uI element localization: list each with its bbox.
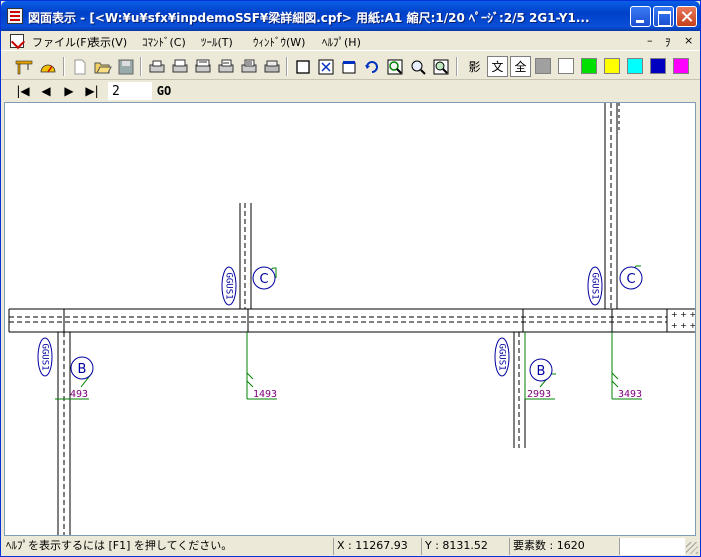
dimension-label: 2993	[527, 389, 551, 400]
zoom-area-icon[interactable]	[384, 56, 405, 77]
open-folder-icon[interactable]	[92, 56, 113, 77]
resize-grip-icon[interactable]	[686, 542, 698, 554]
zoom-in-icon[interactable]	[407, 56, 428, 77]
window-zoom-icon[interactable]	[338, 56, 359, 77]
close-button[interactable]	[676, 6, 697, 27]
dimension-label: 1493	[253, 389, 277, 400]
status-help-text: ﾍﾙﾌﾟを表示するには [F1] を押してください。	[6, 539, 233, 552]
all-toggle-button[interactable]: 全	[510, 56, 531, 77]
grid-marker-b-left: B	[70, 356, 94, 380]
fit-window-icon[interactable]	[315, 56, 336, 77]
maximize-button[interactable]	[653, 6, 674, 27]
new-file-icon[interactable]	[69, 56, 90, 77]
menu-view[interactable]: 表示(V)	[89, 34, 127, 50]
grid-marker-b-right: B	[529, 358, 553, 382]
grid-marker-text: C	[259, 272, 268, 287]
print-icon[interactable]	[146, 56, 167, 77]
gus-label-bottom-left: GGUS1	[37, 337, 53, 377]
menu-file[interactable]: ファイル(F)	[32, 34, 91, 50]
first-page-button[interactable]: |◀	[13, 82, 33, 100]
dimension-label: 493	[70, 389, 88, 400]
grid-marker-text: B	[78, 362, 87, 377]
menu-tool[interactable]: ﾂｰﾙ(T)	[201, 34, 233, 50]
gus-label-text: GGUS1	[40, 343, 50, 370]
toolbar-separator	[286, 57, 288, 76]
print-preview-icon[interactable]	[215, 56, 236, 77]
prev-page-button[interactable]: ◀	[36, 82, 56, 100]
print-all-icon[interactable]	[169, 56, 190, 77]
print-setup-icon[interactable]	[261, 56, 282, 77]
column-c-left	[239, 203, 252, 309]
toolbar-separator	[63, 57, 65, 76]
app-window: 図面表示 - [<W:¥u¥sfx¥inpdemoSSF¥梁詳細図.cpf> 用…	[0, 0, 701, 557]
shadow-toggle-button[interactable]: 影	[464, 56, 485, 77]
gauge-icon[interactable]	[37, 56, 58, 77]
status-element-count: 要素数 : 1620	[509, 538, 617, 555]
rectangle-icon[interactable]	[292, 56, 313, 77]
toolbar-separator	[456, 57, 458, 76]
mdi-close-button[interactable]: ×	[684, 34, 693, 47]
rotate-icon[interactable]	[361, 56, 382, 77]
app-icon[interactable]	[7, 8, 23, 24]
print-list-icon[interactable]	[238, 56, 259, 77]
gus-label-text: GGUS1	[497, 343, 507, 370]
menu-window[interactable]: ｳｨﾝﾄﾞｳ(W)	[253, 34, 305, 50]
grid-marker-text: C	[626, 272, 635, 287]
window-title: 図面表示 - [<W:¥u¥sfx¥inpdemoSSF¥梁詳細図.cpf> 用…	[28, 11, 590, 25]
column-c-right	[604, 103, 620, 309]
status-extra-pane	[619, 538, 685, 555]
minimize-button[interactable]	[630, 6, 651, 27]
column-ticks	[63, 309, 613, 332]
column-b-right	[513, 332, 526, 448]
color-swatch-green[interactable]	[581, 58, 597, 74]
zoom-out-icon[interactable]	[430, 56, 451, 77]
go-button[interactable]: GO	[153, 82, 175, 100]
toolbar-separator	[140, 57, 142, 76]
color-swatch-magenta[interactable]	[673, 58, 689, 74]
color-swatch-cyan[interactable]	[627, 58, 643, 74]
gus-label-bottom-right: GGUS1	[494, 337, 510, 377]
color-swatch-gray[interactable]	[535, 58, 551, 74]
save-icon[interactable]	[115, 56, 136, 77]
title-bar[interactable]: 図面表示 - [<W:¥u¥sfx¥inpdemoSSF¥梁詳細図.cpf> 用…	[1, 1, 700, 31]
grid-marker-text: B	[537, 364, 546, 379]
status-x-coordinate: X : 11267.93	[333, 538, 419, 555]
status-y-coordinate: Y : 8131.52	[421, 538, 507, 555]
print-range-icon[interactable]	[192, 56, 213, 77]
main-beam: + + + + + +	[8, 308, 696, 333]
status-bar: ﾍﾙﾌﾟを表示するには [F1] を押してください。 X : 11267.93 …	[1, 536, 700, 556]
column-b-left	[57, 332, 71, 535]
mdi-minimize-button[interactable]: –	[647, 34, 653, 47]
gus-label-top-right: GGUS1	[587, 266, 603, 306]
toolbar: 影 文 全	[1, 53, 700, 80]
beam-detail-drawing: + + + + + + GGUS1 GGUS1 GGUS1 GGUS1 C C …	[8, 103, 696, 535]
color-swatch-yellow[interactable]	[604, 58, 620, 74]
dimension-label: 3493	[618, 389, 642, 400]
color-swatch-white[interactable]	[558, 58, 574, 74]
crane-icon[interactable]	[13, 56, 34, 77]
color-swatch-blue[interactable]	[650, 58, 666, 74]
drawing-canvas[interactable]: + + + + + + GGUS1 GGUS1 GGUS1 GGUS1 C C …	[4, 102, 696, 536]
gus-label-top-left: GGUS1	[221, 266, 237, 306]
document-icon[interactable]	[10, 34, 24, 48]
menu-help[interactable]: ﾍﾙﾌﾟ(H)	[322, 34, 361, 50]
text-toggle-button[interactable]: 文	[487, 56, 508, 77]
grid-marker-c-left: C	[252, 266, 276, 290]
gus-label-text: GGUS1	[224, 272, 234, 299]
menu-bar: ファイル(F) 表示(V) ｺﾏﾝﾄﾞ(C) ﾂｰﾙ(T) ｳｨﾝﾄﾞｳ(W) …	[1, 31, 700, 51]
gus-label-text: GGUS1	[590, 272, 600, 299]
menu-command[interactable]: ｺﾏﾝﾄﾞ(C)	[142, 34, 186, 50]
svg-text:+ + +: + + +	[671, 321, 696, 330]
page-nav-bar: |◀ ◀ ▶ ▶| GO	[1, 80, 700, 102]
page-number-input[interactable]	[108, 82, 152, 100]
svg-text:+ + +: + + +	[671, 310, 696, 319]
mdi-restore-button[interactable]: ｦ	[665, 34, 671, 50]
last-page-button[interactable]: ▶|	[82, 82, 102, 100]
grid-marker-c-right: C	[619, 266, 643, 290]
next-page-button[interactable]: ▶	[59, 82, 79, 100]
